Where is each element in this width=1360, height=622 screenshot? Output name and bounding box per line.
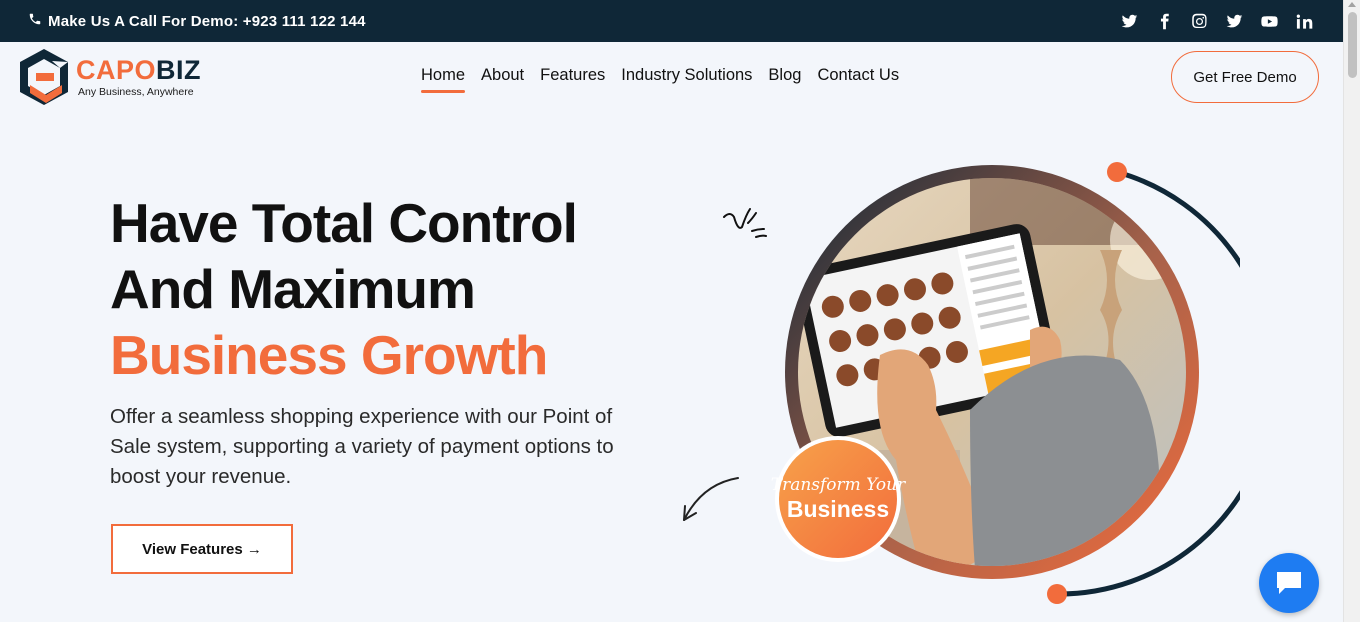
twitter-icon[interactable] xyxy=(1225,12,1243,30)
youtube-icon[interactable] xyxy=(1260,12,1278,30)
hero-title: Have Total Control And Maximum Business … xyxy=(110,190,578,388)
badge-line1: Transform Your xyxy=(771,475,906,495)
hero-description: Offer a seamless shopping experience wit… xyxy=(110,405,614,488)
scroll-up-icon[interactable] xyxy=(1348,2,1356,7)
site-header: CAPOBIZ Any Business, Anywhere Home Abou… xyxy=(0,42,1343,120)
hero-title-line2: And Maximum xyxy=(110,258,476,320)
linkedin-icon[interactable] xyxy=(1295,12,1313,30)
hero-title-line1: Have Total Control xyxy=(110,192,578,254)
arc-dot-top xyxy=(1107,162,1127,182)
hero-visual: Transform Your Business xyxy=(683,162,1240,604)
nav-item-blog[interactable]: Blog xyxy=(768,66,801,93)
twitter-icon[interactable] xyxy=(1120,12,1138,30)
nav-item-about[interactable]: About xyxy=(481,66,524,93)
badge-line2: Business xyxy=(787,496,889,522)
nav-item-industry-solutions[interactable]: Industry Solutions xyxy=(621,66,752,93)
chat-button[interactable] xyxy=(1259,553,1319,613)
call-info[interactable]: Make Us A Call For Demo: +923 111 122 14… xyxy=(28,12,366,30)
get-free-demo-button[interactable]: Get Free Demo xyxy=(1171,51,1319,103)
arc-dot-bottom xyxy=(1047,584,1067,604)
instagram-icon[interactable] xyxy=(1190,12,1208,30)
brand-name: CAPOBIZ xyxy=(76,54,202,85)
view-features-button[interactable]: View Features → xyxy=(111,524,293,574)
brand-logo[interactable]: CAPOBIZ Any Business, Anywhere xyxy=(16,47,201,107)
arrow-decoration xyxy=(683,477,739,521)
nav-item-features[interactable]: Features xyxy=(540,66,605,93)
brand-tagline: Any Business, Anywhere xyxy=(78,85,194,98)
facebook-icon[interactable] xyxy=(1155,12,1173,30)
top-bar: Make Us A Call For Demo: +923 111 122 14… xyxy=(0,0,1343,42)
hero-title-accent: Business Growth xyxy=(110,324,548,386)
page-scrollbar[interactable] xyxy=(1343,0,1360,622)
social-links xyxy=(1120,12,1313,30)
nav-item-contact-us[interactable]: Contact Us xyxy=(817,66,899,93)
chat-icon xyxy=(1277,572,1301,594)
main-nav: Home About Features Industry Solutions B… xyxy=(421,66,899,93)
logo-icon xyxy=(20,49,68,105)
scribble-decoration xyxy=(723,208,767,238)
call-text: Make Us A Call For Demo: +923 111 122 14… xyxy=(48,12,366,30)
phone-icon xyxy=(28,12,42,30)
nav-item-home[interactable]: Home xyxy=(421,66,466,93)
scrollbar-thumb[interactable] xyxy=(1348,12,1357,78)
